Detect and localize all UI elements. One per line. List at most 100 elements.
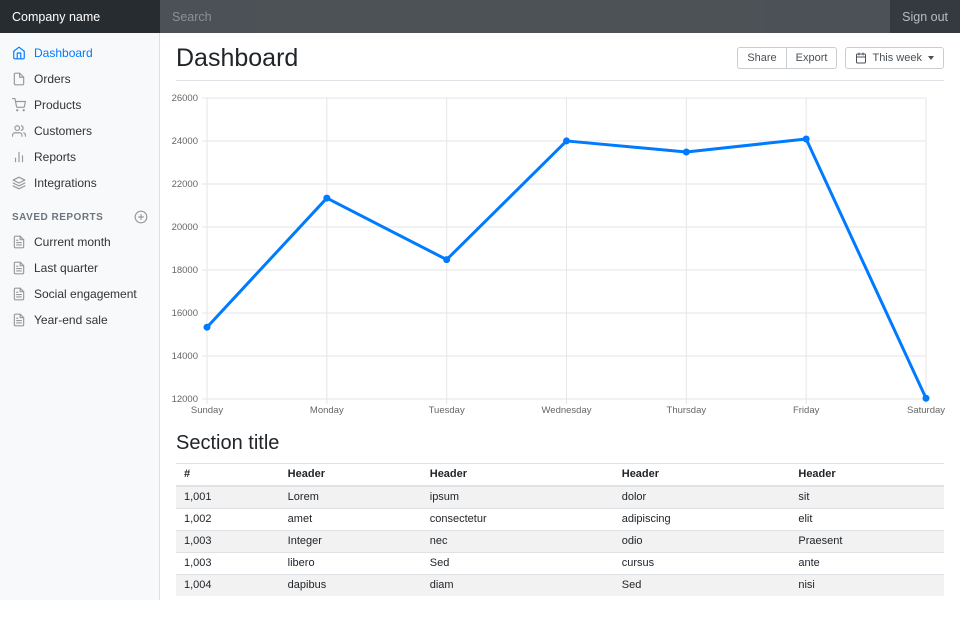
table-cell: Integer — [280, 531, 422, 553]
svg-text:24000: 24000 — [172, 136, 198, 147]
svg-text:26000: 26000 — [172, 93, 198, 104]
sidebar-item-year-end-sale[interactable]: Year-end sale — [0, 307, 160, 333]
table-cell: elit — [790, 509, 944, 531]
table-row: 1,004dapibusdiamSednisi — [176, 575, 944, 597]
table-cell: nec — [422, 531, 614, 553]
svg-text:Friday: Friday — [793, 405, 820, 416]
table-cell: Lorem — [280, 486, 422, 509]
saved-reports-heading: Saved reports — [0, 196, 160, 229]
table-header-cell: Header — [790, 464, 944, 487]
period-label: This week — [872, 51, 922, 65]
table-header-cell: Header — [280, 464, 422, 487]
table-cell: 1,001 — [176, 486, 280, 509]
table-row: 1,002ametconsecteturadipiscingelit — [176, 509, 944, 531]
main-content: Dashboard Share Export This week 1200014… — [160, 33, 960, 596]
table-cell: dapibus — [280, 575, 422, 597]
caret-down-icon — [928, 56, 934, 60]
file-text-icon — [12, 235, 26, 249]
sidebar-item-label: Social engagement — [34, 287, 137, 301]
search-input[interactable] — [160, 0, 890, 33]
table-row: 1,001Loremipsumdolorsit — [176, 486, 944, 509]
svg-text:16000: 16000 — [172, 308, 198, 319]
table-cell: dolor — [614, 486, 791, 509]
table-cell: 1,002 — [176, 509, 280, 531]
sidebar-item-integrations[interactable]: Integrations — [0, 170, 160, 196]
table-header-cell: Header — [614, 464, 791, 487]
svg-text:Saturday: Saturday — [907, 405, 945, 416]
share-button[interactable]: Share — [737, 47, 786, 69]
table-cell: 1,003 — [176, 553, 280, 575]
table-cell: odio — [614, 531, 791, 553]
sidebar-item-label: Customers — [34, 124, 92, 138]
table-header-cell: # — [176, 464, 280, 487]
table-cell: 1,003 — [176, 531, 280, 553]
sidebar-item-social-engagement[interactable]: Social engagement — [0, 281, 160, 307]
svg-text:Sunday: Sunday — [191, 405, 223, 416]
sidebar-item-label: Reports — [34, 150, 76, 164]
top-navbar: Company name Sign out — [0, 0, 960, 33]
sidebar-item-products[interactable]: Products — [0, 92, 160, 118]
table-cell: sit — [790, 486, 944, 509]
page-title: Dashboard — [176, 43, 298, 73]
table-cell: Sed — [422, 553, 614, 575]
home-icon — [12, 46, 26, 60]
users-icon — [12, 124, 26, 138]
sidebar-item-label: Integrations — [34, 176, 97, 190]
page-header: Dashboard Share Export This week — [176, 33, 944, 81]
table-cell: nisi — [790, 575, 944, 597]
table-header-row: #HeaderHeaderHeaderHeader — [176, 464, 944, 487]
plus-circle-icon[interactable] — [134, 210, 148, 224]
svg-text:14000: 14000 — [172, 351, 198, 362]
saved-reports-label: Saved reports — [12, 212, 103, 223]
company-brand[interactable]: Company name — [0, 0, 160, 33]
file-text-icon — [12, 261, 26, 275]
export-button[interactable]: Export — [786, 47, 838, 69]
bar-chart-icon — [12, 150, 26, 164]
svg-text:Monday: Monday — [310, 405, 344, 416]
sidebar-item-reports[interactable]: Reports — [0, 144, 160, 170]
data-table-container: #HeaderHeaderHeaderHeader1,001Loremipsum… — [176, 463, 944, 596]
sidebar-item-dashboard[interactable]: Dashboard — [0, 40, 160, 66]
table-cell: diam — [422, 575, 614, 597]
svg-text:Wednesday: Wednesday — [542, 405, 592, 416]
sidebar-item-label: Current month — [34, 235, 111, 249]
sidebar: Dashboard Orders Products Customers Reports I… — [0, 33, 160, 600]
svg-text:12000: 12000 — [172, 394, 198, 405]
layers-icon — [12, 176, 26, 190]
table-cell: consectetur — [422, 509, 614, 531]
table-cell: Praesent — [790, 531, 944, 553]
sidebar-item-label: Orders — [34, 72, 71, 86]
section-title: Section title — [176, 432, 944, 455]
toolbar: Share Export This week — [737, 47, 944, 69]
sidebar-nav: Dashboard Orders Products Customers Reports I… — [0, 40, 160, 196]
table-header-cell: Header — [422, 464, 614, 487]
svg-text:20000: 20000 — [172, 222, 198, 233]
sidebar-item-last-quarter[interactable]: Last quarter — [0, 255, 160, 281]
file-text-icon — [12, 313, 26, 327]
data-table: #HeaderHeaderHeaderHeader1,001Loremipsum… — [176, 463, 944, 596]
table-cell: libero — [280, 553, 422, 575]
period-button[interactable]: This week — [845, 47, 944, 69]
sidebar-item-customers[interactable]: Customers — [0, 118, 160, 144]
sales-chart[interactable]: 1200014000160001800020000220002400026000… — [176, 89, 944, 419]
sidebar-item-label: Last quarter — [34, 261, 98, 275]
share-export-group: Share Export — [737, 47, 837, 69]
saved-reports-nav: Current month Last quarter Social engageme… — [0, 229, 160, 333]
sidebar-item-current-month[interactable]: Current month — [0, 229, 160, 255]
shopping-cart-icon — [12, 98, 26, 112]
table-cell: adipiscing — [614, 509, 791, 531]
svg-text:Thursday: Thursday — [667, 405, 707, 416]
table-cell: ante — [790, 553, 944, 575]
sidebar-item-label: Year-end sale — [34, 313, 108, 327]
sidebar-item-label: Dashboard — [34, 46, 93, 60]
calendar-icon — [855, 52, 867, 64]
sidebar-item-orders[interactable]: Orders — [0, 66, 160, 92]
table-cell: amet — [280, 509, 422, 531]
svg-text:Tuesday: Tuesday — [429, 405, 465, 416]
file-text-icon — [12, 287, 26, 301]
sidebar-item-label: Products — [34, 98, 81, 112]
table-cell: Sed — [614, 575, 791, 597]
table-cell: 1,004 — [176, 575, 280, 597]
table-row: 1,003liberoSedcursusante — [176, 553, 944, 575]
sign-out-link[interactable]: Sign out — [890, 0, 960, 33]
